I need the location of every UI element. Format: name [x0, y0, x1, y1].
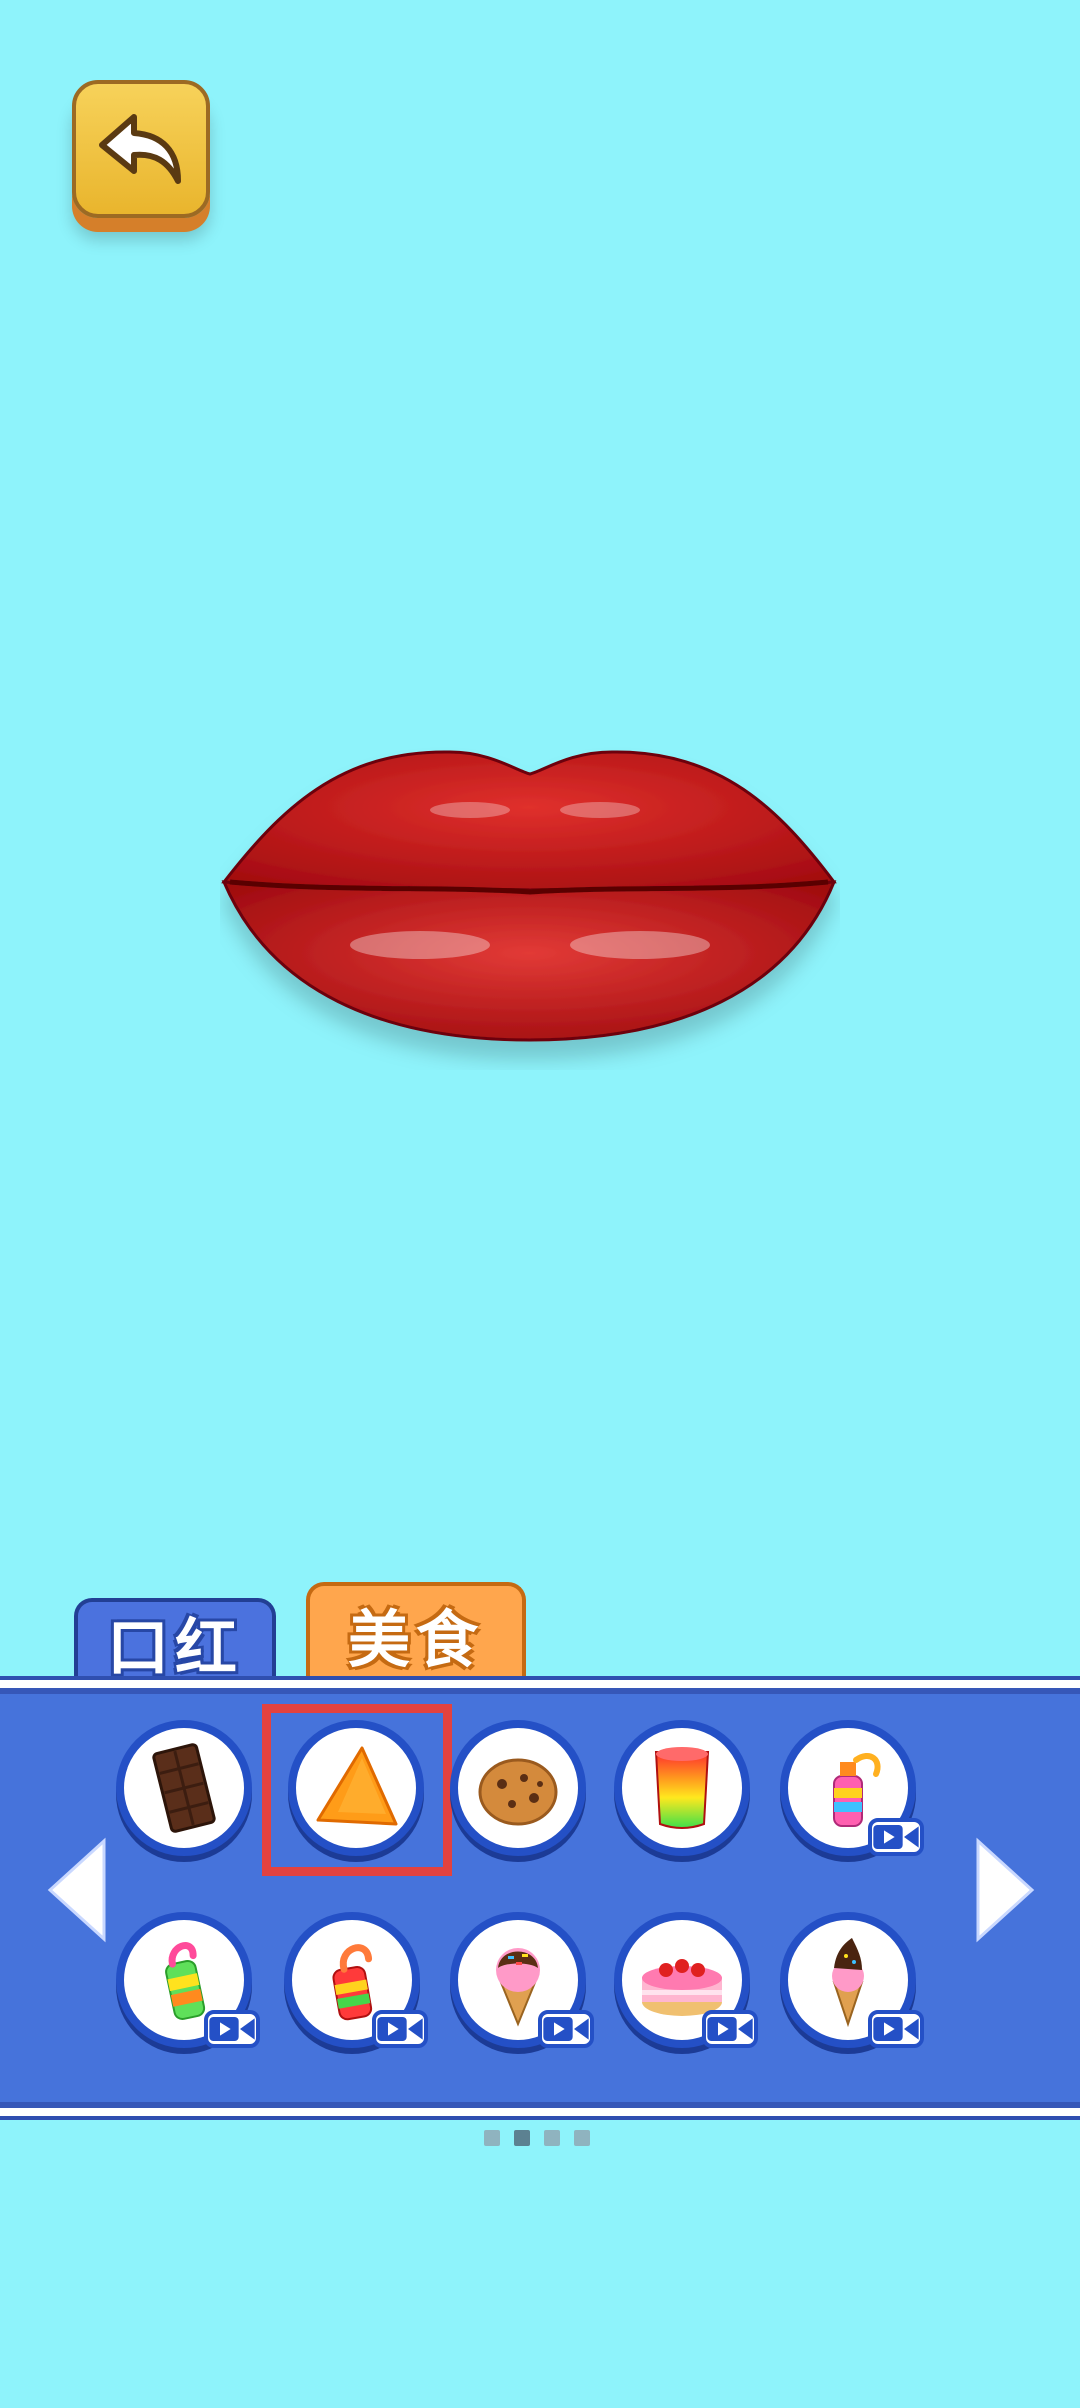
panel-border-bottom [0, 2116, 1080, 2120]
video-unlock-badge [702, 2010, 758, 2048]
video-camera-icon [209, 2017, 255, 2041]
food-item-jelly-cup[interactable] [614, 1720, 750, 1856]
back-button[interactable] [72, 80, 210, 218]
video-camera-icon [873, 1825, 919, 1849]
page-dot-4 [574, 2130, 590, 2146]
page-indicator [484, 2130, 590, 2146]
video-unlock-badge [372, 2010, 428, 2048]
food-item-candy-spray[interactable] [780, 1720, 924, 1856]
food-item-strawberry-cake[interactable] [614, 1912, 758, 2048]
food-item-chocolate[interactable] [116, 1720, 252, 1856]
lips-image [221, 750, 837, 1042]
food-item-chocolate-ice-cream[interactable] [780, 1912, 924, 2048]
video-camera-icon [543, 2017, 589, 2041]
video-camera-icon [377, 2017, 423, 2041]
video-camera-icon [707, 2017, 753, 2041]
undo-arrow-icon [99, 114, 181, 184]
food-item-cookie[interactable] [450, 1720, 586, 1856]
video-unlock-badge [538, 2010, 594, 2048]
lips-canvas[interactable] [220, 740, 840, 1070]
page-dot-1 [484, 2130, 500, 2146]
tab-lipstick[interactable]: 口红 [74, 1598, 276, 1684]
tab-food[interactable]: 美食 [306, 1582, 526, 1682]
next-page-arrow-icon[interactable] [970, 1835, 1040, 1945]
video-unlock-badge [868, 2010, 924, 2048]
food-item-sprinkle-ice-cream[interactable] [450, 1912, 594, 2048]
chocolate-bar-icon [152, 1743, 216, 1833]
video-camera-icon [873, 2017, 919, 2041]
cookie-icon [478, 1758, 558, 1826]
selected-item-highlight [262, 1704, 452, 1876]
page-dot-2 [514, 2130, 530, 2146]
food-item-gummy-bottle[interactable] [116, 1912, 260, 2048]
previous-page-arrow-icon[interactable] [42, 1835, 112, 1945]
food-item-candy-spray-2[interactable] [284, 1912, 428, 2048]
rainbow-jelly-cup-icon [654, 1747, 710, 1829]
page-dot-3 [544, 2130, 560, 2146]
video-unlock-badge [204, 2010, 260, 2048]
video-unlock-badge [868, 1818, 924, 1856]
